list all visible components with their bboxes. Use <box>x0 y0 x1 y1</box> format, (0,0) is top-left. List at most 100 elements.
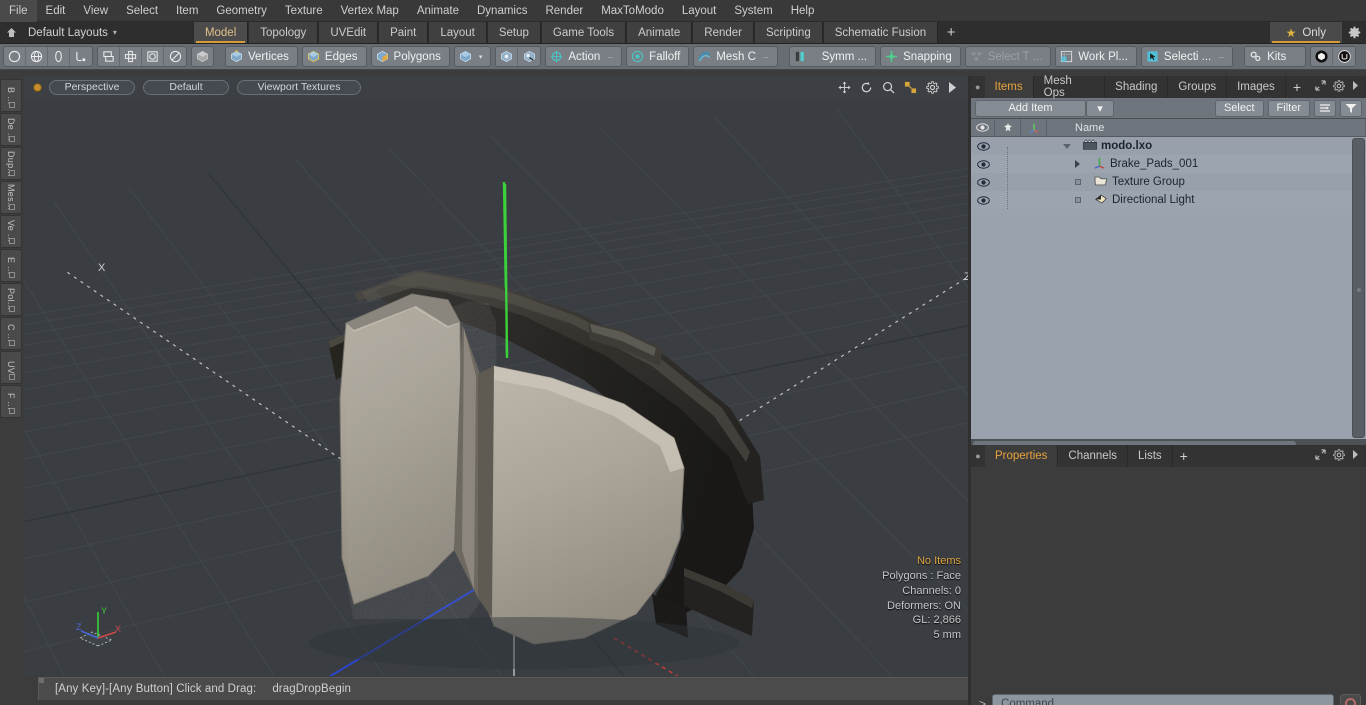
gear-icon[interactable] <box>1333 79 1345 95</box>
left-tab-mesh-edit[interactable]: Mes... <box>0 181 22 214</box>
filter-button[interactable]: Filter <box>1267 99 1310 117</box>
left-tab-basic[interactable]: B ... <box>0 79 22 112</box>
menu-item-texture[interactable]: Texture <box>276 0 332 22</box>
menu-item-maxtomodo[interactable]: MaxToModo <box>592 0 673 22</box>
menu-item-animate[interactable]: Animate <box>408 0 468 22</box>
menu-item-select[interactable]: Select <box>117 0 167 22</box>
record-icon[interactable] <box>1340 694 1361 705</box>
select-button[interactable]: Select <box>1214 99 1264 117</box>
left-tab-polygon[interactable]: Pol... <box>0 283 22 316</box>
symmetry-dropdown[interactable]: Symm ... <box>788 46 877 67</box>
left-tab-fusion[interactable]: F ... <box>0 385 22 418</box>
selection-sets-dropdown[interactable]: Selecti ... ... <box>1140 46 1234 67</box>
pen-icon[interactable] <box>48 47 70 66</box>
viewport-shading-button[interactable]: Default <box>143 79 229 95</box>
array-icon[interactable] <box>120 47 142 66</box>
menu-item-system[interactable]: System <box>725 0 781 22</box>
left-tab-vertex[interactable]: Ve ... <box>0 215 22 248</box>
boolean-icon[interactable] <box>142 47 164 66</box>
tab-topology[interactable]: Topology <box>248 22 319 43</box>
command-input[interactable]: Command <box>992 694 1334 705</box>
row-visibility-toggle[interactable] <box>971 191 995 209</box>
add-panel-tab-button[interactable]: + <box>1285 76 1308 98</box>
row-transform-cell[interactable] <box>1021 137 1047 155</box>
selection-mode-dropdown[interactable]: ▾ <box>453 46 492 67</box>
tab-channels[interactable]: Channels <box>1058 445 1129 467</box>
tab-game-tools[interactable]: Game Tools <box>540 22 627 43</box>
funnel-icon[interactable] <box>1340 99 1362 117</box>
tab-images[interactable]: Images <box>1227 76 1286 98</box>
tab-shading[interactable]: Shading <box>1105 76 1169 98</box>
falloff-dropdown[interactable]: Falloff <box>626 46 690 67</box>
rotate-icon[interactable] <box>860 81 873 94</box>
tree-item-directional-light[interactable]: Directional Light <box>1047 191 1366 209</box>
menu-item-edit[interactable]: Edit <box>37 0 75 22</box>
zoom-icon[interactable] <box>882 81 895 94</box>
tab-paint[interactable]: Paint <box>378 22 429 43</box>
viewport-texture-button[interactable]: Viewport Textures <box>237 79 361 95</box>
add-properties-tab-button[interactable]: + <box>1172 445 1195 467</box>
chevron-right-icon[interactable] <box>1075 160 1080 168</box>
tab-uvedit[interactable]: UVEdit <box>318 22 379 43</box>
panel-menu-icon[interactable]: ● <box>971 445 985 467</box>
panel-menu-icon[interactable]: ● <box>971 76 985 98</box>
circle-icon[interactable] <box>4 47 26 66</box>
row-transform-cell[interactable] <box>1021 191 1047 209</box>
unreal-icon[interactable] <box>1333 47 1355 66</box>
mode-vertices-button[interactable]: Vertices <box>225 46 298 67</box>
menu-item-dynamics[interactable]: Dynamics <box>468 0 536 22</box>
item-tree-vertical-scrollbar[interactable] <box>1352 138 1365 438</box>
tab-lists[interactable]: Lists <box>1128 445 1173 467</box>
mirror-icon[interactable] <box>98 47 120 66</box>
menu-item-help[interactable]: Help <box>782 0 824 22</box>
action-center-dropdown[interactable]: Action ... <box>545 46 623 67</box>
expand-icon[interactable] <box>1315 80 1326 94</box>
viewport-3d-canvas[interactable]: Z X <box>24 98 971 676</box>
fit-icon[interactable] <box>904 81 917 94</box>
row-transform-cell[interactable] <box>1021 155 1047 173</box>
pan-icon[interactable] <box>838 80 851 94</box>
mesh-constraint-dropdown[interactable]: Mesh C ... <box>693 46 778 67</box>
shaded-cube-button[interactable] <box>191 46 214 67</box>
arrow-icon[interactable] <box>1352 81 1359 93</box>
snap-vertex-icon[interactable] <box>496 47 519 66</box>
only-toggle-button[interactable]: ★ Only <box>1269 22 1342 43</box>
menu-item-render[interactable]: Render <box>536 0 592 22</box>
tab-items[interactable]: Items <box>984 76 1034 98</box>
row-lock-cell[interactable] <box>995 155 1021 173</box>
select-through-dropdown[interactable]: Select T ... <box>964 46 1052 67</box>
tree-item-scene[interactable]: modo.lxo <box>1047 137 1366 155</box>
left-tab-uv[interactable]: UV <box>0 351 22 384</box>
kits-dropdown[interactable]: Kits <box>1244 46 1307 67</box>
tab-scripting[interactable]: Scripting <box>753 22 823 43</box>
layout-preset-selector[interactable]: Default Layouts ▾ <box>22 22 127 43</box>
add-tab-button[interactable]: + <box>938 22 964 43</box>
snapping-dropdown[interactable]: Snapping <box>880 46 961 67</box>
tab-setup[interactable]: Setup <box>486 22 541 43</box>
chevron-down-icon[interactable] <box>1063 143 1071 149</box>
gear-icon[interactable] <box>926 80 939 94</box>
table-row[interactable]: Directional Light <box>971 191 1366 209</box>
table-row[interactable]: Brake_Pads_001 <box>971 155 1366 173</box>
tab-animate[interactable]: Animate <box>626 22 693 43</box>
table-row[interactable]: modo.lxo <box>971 137 1366 155</box>
tab-layout[interactable]: Layout <box>428 22 487 43</box>
menu-item-item[interactable]: Item <box>167 0 207 22</box>
mode-polygons-button[interactable]: Polygons <box>370 46 450 67</box>
expand-icon[interactable] <box>1315 449 1326 463</box>
list-filter-icon[interactable] <box>1314 99 1336 117</box>
viewport-view-mode-button[interactable]: Perspective <box>49 79 135 95</box>
arrow-icon[interactable] <box>1352 450 1359 462</box>
home-icon[interactable] <box>0 22 22 43</box>
menu-item-geometry[interactable]: Geometry <box>207 0 276 22</box>
snap-pivot-icon[interactable] <box>518 47 540 66</box>
tab-schematic-fusion[interactable]: Schematic Fusion <box>822 22 939 43</box>
row-visibility-toggle[interactable] <box>971 173 995 191</box>
mode-edges-button[interactable]: Edges <box>301 46 367 67</box>
globe-icon[interactable] <box>26 47 48 66</box>
tab-model[interactable]: Model <box>192 22 249 43</box>
row-lock-cell[interactable] <box>995 191 1021 209</box>
table-row[interactable]: Texture Group <box>971 173 1366 191</box>
row-visibility-toggle[interactable] <box>971 137 995 155</box>
add-item-button[interactable]: Add Item <box>975 99 1086 117</box>
